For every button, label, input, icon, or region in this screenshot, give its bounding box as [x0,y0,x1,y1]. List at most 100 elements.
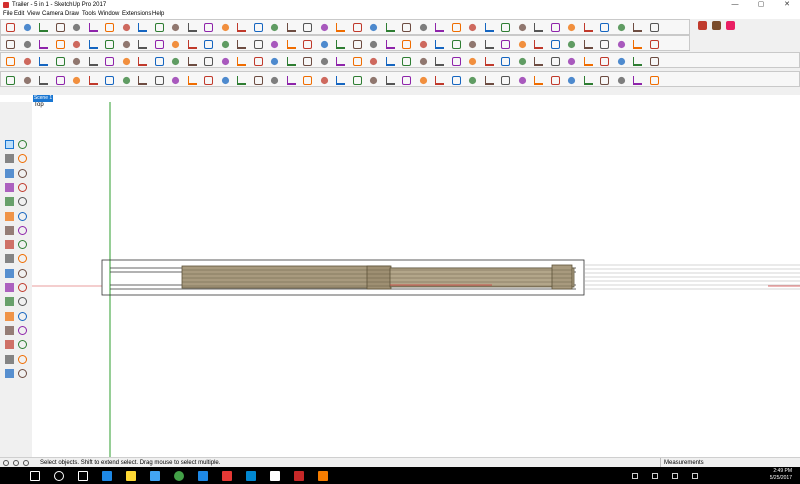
edge-icon[interactable] [102,471,112,481]
print-icon[interactable] [567,40,576,49]
follow-me-icon[interactable] [18,240,27,250]
previous-view-icon[interactable] [583,23,593,32]
move-icon[interactable] [6,57,15,66]
polygon-icon[interactable] [270,23,279,32]
cut-icon[interactable] [352,57,362,66]
axes-icon[interactable] [171,57,180,66]
circle-icon[interactable] [88,40,98,49]
make-component-icon[interactable] [6,40,15,49]
erase-icon[interactable] [88,23,98,32]
scale-icon[interactable] [534,76,543,85]
make-component-icon[interactable] [320,76,328,85]
erase-icon[interactable] [550,40,560,49]
tape-icon[interactable] [5,268,14,278]
erase-icon[interactable] [402,57,411,66]
orbit-icon[interactable] [501,23,510,32]
walk-icon[interactable] [18,340,27,350]
orbit-icon[interactable] [352,40,362,49]
menu-camera[interactable]: Camera [42,10,63,19]
push-pull-icon[interactable] [484,76,494,85]
dimension-icon[interactable] [270,40,279,49]
eraser-icon[interactable] [187,23,197,32]
eraser-icon[interactable] [18,154,27,164]
explorer-icon[interactable] [126,471,136,481]
3d-text-icon[interactable] [18,297,27,307]
copy-icon[interactable] [518,40,526,49]
component-icon[interactable] [18,140,27,149]
previous-view-icon[interactable] [138,76,147,85]
push-pull-icon[interactable] [18,225,27,235]
text-icon[interactable] [154,57,164,66]
follow-me-icon[interactable] [518,76,526,85]
dimension-icon[interactable] [122,57,130,66]
rectangle-icon[interactable] [55,40,65,49]
scene-tab[interactable]: Scene 1 [33,95,53,102]
print-icon[interactable] [105,23,114,32]
tape-measure-icon[interactable] [253,40,263,49]
network-icon[interactable] [652,473,658,479]
cut-icon[interactable] [501,40,510,49]
zoom-window-icon[interactable] [253,57,263,66]
polygon-icon[interactable] [18,197,27,207]
protractor-icon[interactable] [286,40,296,49]
zoom-extents-icon[interactable] [270,57,279,66]
select-icon[interactable] [5,140,14,149]
axes-icon[interactable] [5,297,14,307]
move-icon[interactable] [617,57,625,66]
dimension-icon[interactable] [419,23,427,32]
rectangle-icon[interactable] [369,76,378,85]
freehand-icon[interactable] [138,40,147,49]
select-icon[interactable] [303,76,312,85]
text-icon[interactable] [451,23,461,32]
zoom-icon[interactable] [385,40,395,49]
undo-icon[interactable] [6,23,15,32]
scale-icon[interactable] [72,57,81,66]
arc-icon[interactable] [5,211,14,221]
zoom-extents-icon[interactable] [567,23,576,32]
offset-icon[interactable] [18,254,27,264]
protractor-icon[interactable] [5,283,14,292]
task-view-icon[interactable] [78,471,88,481]
paint-bucket-icon[interactable] [171,23,180,32]
pan-icon[interactable] [221,57,229,66]
scale-icon[interactable] [5,254,14,264]
text-icon[interactable] [303,40,312,49]
mail-icon[interactable] [246,471,256,481]
freehand-icon[interactable] [600,57,609,66]
freehand-icon[interactable] [451,76,461,85]
redo-icon[interactable] [484,40,494,49]
undo-icon[interactable] [617,23,625,32]
cut-icon[interactable] [39,23,48,32]
undo-icon[interactable] [468,40,477,49]
3d-text-icon[interactable] [187,57,197,66]
zoom-extents-icon[interactable] [5,340,14,350]
arc-icon[interactable] [105,40,114,49]
3d-text-icon[interactable] [39,76,48,85]
sketchup-icon[interactable] [222,471,232,481]
zoom-extents-icon[interactable] [419,40,427,49]
redo-icon[interactable] [23,23,31,32]
close-button[interactable]: ✕ [774,0,800,10]
make-component-icon[interactable] [617,40,625,49]
paste-icon[interactable] [237,76,246,85]
menu-window[interactable]: Window [98,10,119,19]
rotated-rect-icon[interactable] [18,182,27,192]
tape-measure-icon[interactable] [402,23,411,32]
polygon-icon[interactable] [583,57,593,66]
move-icon[interactable] [5,225,14,235]
display-section-icon[interactable] [18,368,27,378]
search-icon[interactable] [54,471,64,481]
text-icon[interactable] [617,76,625,85]
move-icon[interactable] [468,76,477,85]
extension-brown-icon[interactable] [712,21,721,30]
dimension-icon[interactable] [583,76,593,85]
paste-icon[interactable] [385,57,395,66]
offset-icon[interactable] [237,40,246,49]
rotate-icon[interactable] [649,57,659,66]
keyboard-icon[interactable] [692,473,698,479]
orbit-icon[interactable] [55,76,65,85]
line-icon[interactable] [534,57,543,66]
offset-icon[interactable] [88,57,98,66]
axes-icon[interactable] [468,23,477,32]
protractor-icon[interactable] [138,57,147,66]
